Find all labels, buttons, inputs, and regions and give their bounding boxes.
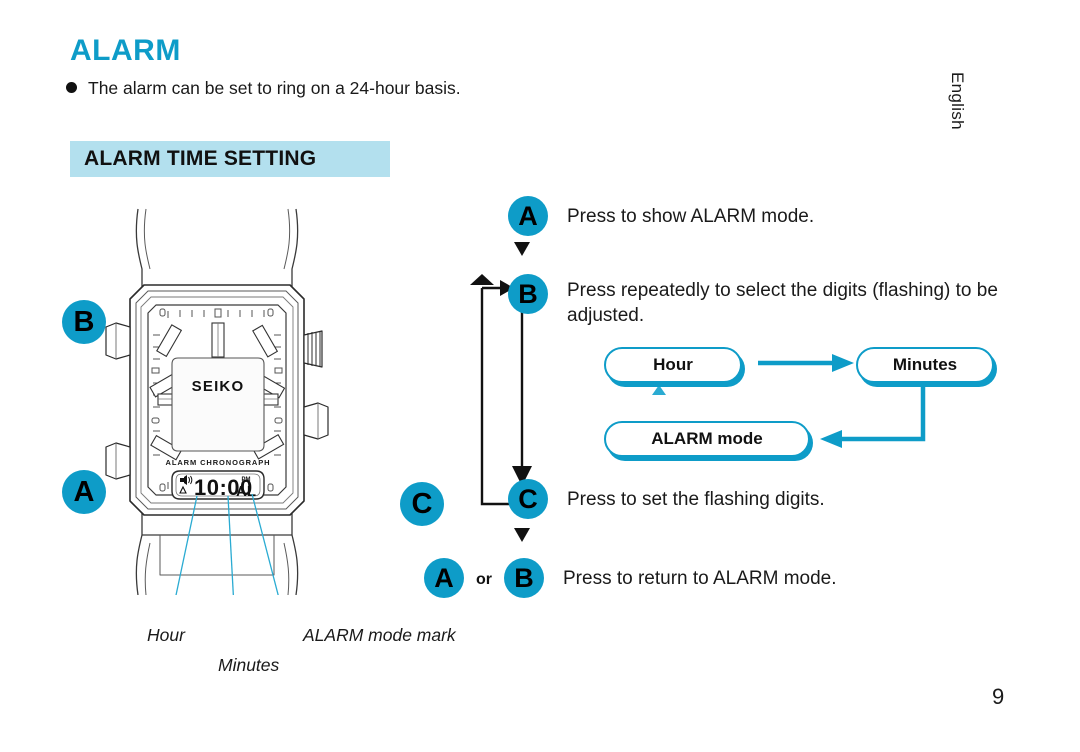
step-badge-b[interactable]: B	[508, 274, 548, 314]
step-row-b: B Press repeatedly to select the digits …	[508, 274, 1037, 328]
section-heading-label: ALARM TIME SETTING	[84, 147, 317, 170]
cycle-pill-hour[interactable]: Hour	[604, 347, 742, 383]
step-badge-a[interactable]: A	[508, 196, 548, 236]
page-title: ALARM	[70, 34, 181, 67]
callout-label-alarm-mode-mark: ALARM mode mark	[303, 625, 456, 645]
arrow-hour-to-minutes	[832, 354, 854, 372]
step-flow-arrows	[470, 190, 590, 590]
callout-label-minutes: Minutes	[218, 655, 280, 675]
step-row-c: C Press to set the flashing digits.	[508, 479, 825, 519]
arrow-down-c-to-ab	[514, 528, 530, 542]
section-heading-band: ALARM TIME SETTING	[70, 141, 390, 177]
step-row-a-or-b: A or B Press to return to ALARM mode.	[424, 558, 837, 598]
watch-button-b-badge[interactable]: B	[62, 300, 106, 344]
watch-button-a-badge[interactable]: A	[62, 470, 106, 514]
step-text-a-or-b: Press to return to ALARM mode.	[563, 568, 837, 589]
step-text-b: Press repeatedly to select the digits (f…	[567, 280, 998, 327]
bullet-icon	[66, 82, 77, 93]
step-conjunction-or: or	[476, 571, 492, 588]
arrow-alarm-mode-to-hour	[652, 385, 666, 395]
cycle-pill-minutes[interactable]: Minutes	[856, 347, 994, 383]
lcd-caption-text: ALARM CHRONOGRAPH	[166, 458, 271, 467]
step-text-a: Press to show ALARM mode.	[567, 206, 815, 227]
watch-illustration: SEIKO ALARM CHRONOGRAPH 10:00 PM AL	[60, 195, 480, 595]
watch-brand-text: SEIKO	[192, 378, 245, 395]
page-number: 9	[992, 684, 1005, 709]
callout-label-hour: Hour	[147, 625, 185, 645]
language-label: English	[948, 72, 967, 130]
step-badge-a-alt[interactable]: A	[424, 558, 464, 598]
selection-cycle-diagram: Hour Minutes ALARM mode	[592, 343, 1004, 461]
intro-row: The alarm can be set to ring on a 24-hou…	[66, 78, 461, 99]
step-badge-b-alt[interactable]: B	[504, 558, 544, 598]
cycle-pill-alarm-mode[interactable]: ALARM mode	[604, 421, 810, 457]
step-row-a: A Press to show ALARM mode.	[508, 196, 814, 236]
step-badge-c[interactable]: C	[508, 479, 548, 519]
intro-text: The alarm can be set to ring on a 24-hou…	[88, 78, 461, 98]
watch-button-c-badge[interactable]: C	[400, 482, 444, 526]
step-text-c: Press to set the flashing digits.	[567, 489, 825, 510]
arrow-minutes-to-alarm-mode	[820, 430, 842, 448]
arrow-down-a-to-b	[514, 242, 530, 256]
